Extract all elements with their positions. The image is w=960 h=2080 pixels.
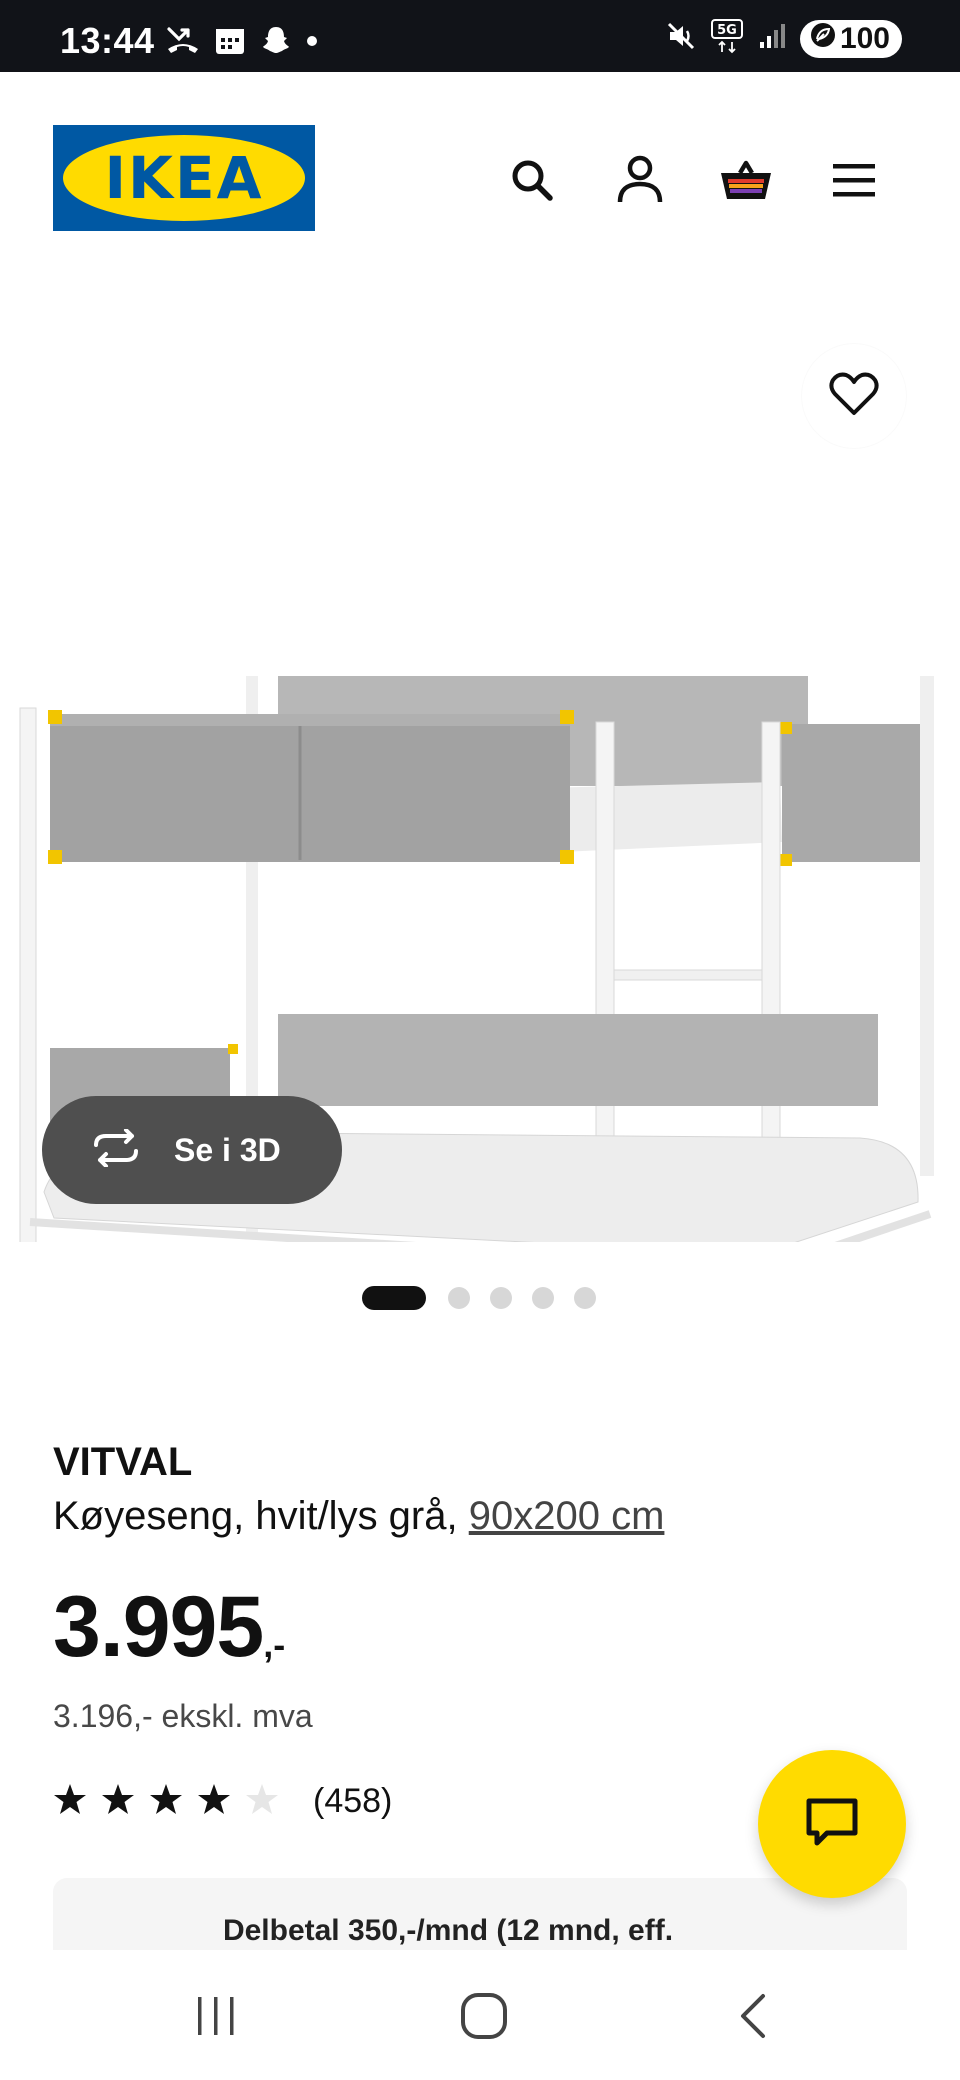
product-description: Køyeseng, hvit/lys grå, 90x200 cm [53,1494,664,1539]
svg-text:5G: 5G [717,23,737,38]
ikea-logo[interactable]: IKEA [53,125,315,231]
review-count[interactable]: (458) [313,1782,392,1821]
menu-icon[interactable] [826,152,882,208]
product-name: VITVAL [53,1440,193,1484]
star-full-icon [53,1783,87,1820]
star-full-icon [101,1783,135,1820]
star-empty-icon [245,1783,279,1820]
mute-icon [666,21,696,56]
missed-call-icon [166,25,200,60]
battery-level: 100 [839,21,890,55]
signal-icon [758,22,786,55]
network-5g-icon: 5G [710,18,744,59]
gallery-dot[interactable] [574,1287,596,1309]
favourite-button[interactable] [802,344,906,448]
recent-apps-icon[interactable] [176,1986,256,2046]
gallery-dot[interactable] [490,1287,512,1309]
gallery-pagination [0,1286,960,1310]
system-navigation-bar [0,1950,960,2080]
price-amount: 3.995 [53,1579,264,1675]
battery-indicator: 100 [799,19,902,58]
status-time: 13:44 [60,20,155,61]
logo-text: IKEA [104,144,264,212]
rotate-3d-icon [88,1127,144,1172]
home-icon[interactable] [444,1986,524,2046]
heart-icon [829,371,879,422]
product-price: 3.995 ,- [53,1584,285,1670]
back-icon[interactable] [712,1986,792,2046]
gallery-dot[interactable] [532,1287,554,1309]
chat-button[interactable] [758,1750,906,1898]
notification-icons [166,24,318,61]
status-bar: 13:44 5G 100 [0,0,960,72]
product-image-gallery[interactable]: Se i 3D [0,282,960,1302]
installment-text: Delbetal 350,-/mnd (12 mnd, eff. [222,1914,674,1947]
price-ex-vat: 3.196,- ekskl. mva [53,1698,313,1734]
chat-icon [805,1797,859,1852]
battery-saver-icon [810,22,836,56]
search-icon[interactable] [504,152,560,208]
star-full-icon [149,1783,183,1820]
view-in-3d-label: Se i 3D [174,1131,281,1168]
notification-dot-icon [306,34,318,52]
price-suffix: ,- [263,1624,286,1665]
view-in-3d-button[interactable]: Se i 3D [42,1096,342,1204]
calendar-icon [214,24,246,61]
cart-icon[interactable] [718,152,774,208]
gallery-dot-active[interactable] [362,1286,426,1310]
site-header: IKEA [0,72,960,282]
product-size-link[interactable]: 90x200 cm [469,1494,665,1538]
product-type: Køyeseng, hvit/lys grå, [53,1494,458,1538]
account-icon[interactable] [612,152,668,208]
star-full-icon [197,1783,231,1820]
product-rating[interactable]: (458) [53,1782,392,1821]
gallery-dot[interactable] [448,1287,470,1309]
system-icons: 5G 100 [666,18,902,59]
snapchat-icon [260,24,292,61]
